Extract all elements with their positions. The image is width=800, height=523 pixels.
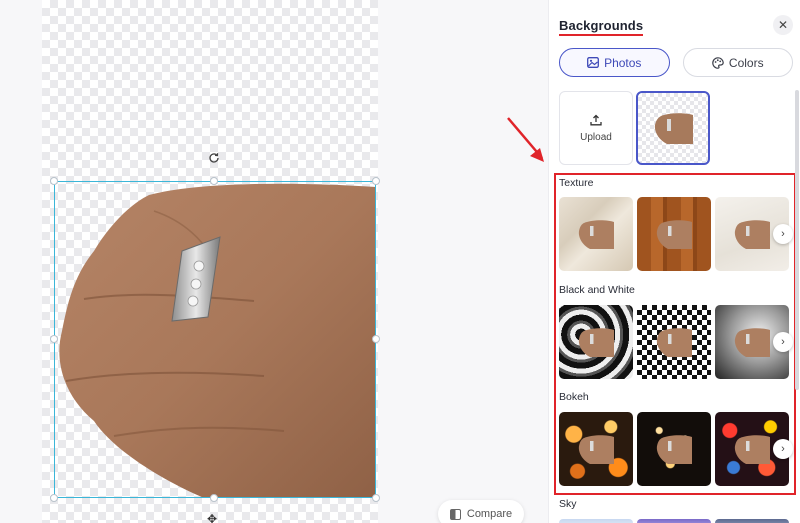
bokeh-next-icon[interactable]: › bbox=[773, 439, 793, 459]
texture-row: › bbox=[559, 197, 793, 271]
resize-handle-right[interactable] bbox=[372, 335, 380, 343]
upload-button[interactable]: Upload bbox=[559, 91, 633, 165]
rotate-icon[interactable] bbox=[205, 149, 223, 167]
fist-overlay bbox=[656, 328, 692, 357]
section-label-texture: Texture bbox=[559, 177, 594, 189]
resize-handle-bottom-left[interactable] bbox=[50, 494, 58, 502]
panel-title: Backgrounds bbox=[559, 18, 644, 33]
tab-colors-label: Colors bbox=[728, 55, 764, 70]
upload-icon bbox=[590, 114, 602, 125]
fist-overlay bbox=[656, 435, 692, 464]
sky-thumbnail-2[interactable] bbox=[637, 519, 711, 523]
resize-handle-top-left[interactable] bbox=[50, 177, 58, 185]
bokeh-row: › bbox=[559, 412, 793, 486]
resize-handle-bottom[interactable] bbox=[210, 494, 218, 502]
compare-button[interactable]: Compare bbox=[438, 500, 524, 523]
tab-bar: Photos Colors bbox=[559, 48, 793, 77]
annotation-arrow-icon bbox=[507, 117, 544, 162]
bw-next-icon[interactable]: › bbox=[773, 332, 793, 352]
resize-handle-left[interactable] bbox=[50, 335, 58, 343]
compare-icon bbox=[449, 508, 461, 520]
texture-thumbnail-2[interactable] bbox=[637, 197, 711, 271]
fist-overlay bbox=[578, 220, 614, 249]
fist-thumbnail bbox=[654, 113, 693, 144]
fist-overlay bbox=[578, 435, 614, 464]
section-label-black-and-white: Black and White bbox=[559, 284, 635, 296]
close-icon[interactable]: ✕ bbox=[773, 15, 793, 35]
current-background-thumbnail[interactable] bbox=[636, 91, 710, 165]
palette-icon bbox=[712, 56, 724, 69]
sky-thumbnail-3[interactable] bbox=[715, 519, 789, 523]
backgrounds-panel: Backgrounds ✕ Photos Colors Upload Textu… bbox=[548, 0, 800, 523]
tab-photos-label: Photos bbox=[604, 55, 642, 70]
fist-overlay bbox=[734, 435, 770, 464]
selection-box[interactable] bbox=[54, 181, 376, 498]
bokeh-thumbnail-1[interactable] bbox=[559, 412, 633, 486]
fist-overlay bbox=[656, 220, 692, 249]
sky-thumbnail-1[interactable] bbox=[559, 519, 633, 523]
tab-photos[interactable]: Photos bbox=[559, 48, 670, 77]
image-icon bbox=[587, 57, 600, 68]
fist-overlay bbox=[578, 328, 614, 357]
texture-thumbnail-1[interactable] bbox=[559, 197, 633, 271]
bw-thumbnail-2[interactable] bbox=[637, 305, 711, 379]
texture-next-icon[interactable]: › bbox=[773, 224, 793, 244]
title-underline bbox=[559, 34, 643, 36]
tab-colors[interactable]: Colors bbox=[682, 48, 793, 77]
move-icon[interactable]: ✥ bbox=[207, 512, 217, 523]
panel-scrollbar[interactable] bbox=[795, 90, 799, 390]
app-root: ✥ Compare Backgrounds ✕ Photos Colors Up… bbox=[0, 0, 800, 523]
fist-overlay bbox=[734, 220, 770, 249]
section-label-bokeh: Bokeh bbox=[559, 391, 589, 403]
bw-thumbnail-1[interactable] bbox=[559, 305, 633, 379]
resize-handle-top-right[interactable] bbox=[372, 177, 380, 185]
compare-label: Compare bbox=[466, 508, 513, 520]
bokeh-thumbnail-2[interactable] bbox=[637, 412, 711, 486]
upload-label: Upload bbox=[580, 131, 612, 143]
canvas-workspace: ✥ Compare bbox=[0, 0, 548, 523]
resize-handle-top[interactable] bbox=[210, 177, 218, 185]
fist-overlay bbox=[734, 328, 770, 357]
section-label-sky: Sky bbox=[559, 498, 577, 510]
black-and-white-row: › bbox=[559, 305, 793, 379]
sky-row bbox=[559, 519, 791, 523]
resize-handle-bottom-right[interactable] bbox=[372, 494, 380, 502]
